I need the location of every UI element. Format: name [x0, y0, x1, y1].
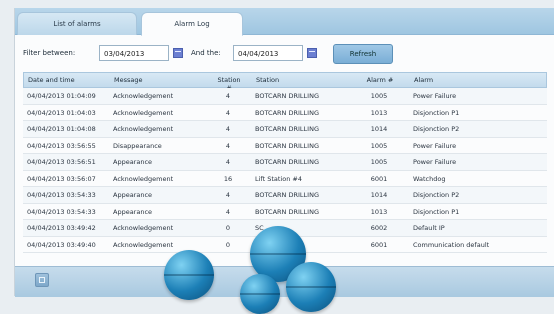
cell-message: Acknowledgement: [113, 174, 174, 183]
calendar-icon[interactable]: [307, 48, 317, 58]
cell-station-number: 4: [225, 92, 231, 100]
cell-station-number: 4: [225, 207, 231, 216]
cell-message: Acknowledgement: [113, 108, 174, 117]
alarm-log-table: Date and time Message Station # Station …: [23, 72, 547, 253]
cell-date-time: 04/04/2013 03:56:55: [27, 141, 96, 150]
table-row[interactable]: 04/04/2013 03:56:07 Acknowledgement 16 Lift…: [23, 171, 547, 187]
cell-station-number: 4: [225, 141, 231, 150]
header-alarm-number[interactable]: Alarm #: [360, 76, 400, 84]
tab-alarm-log[interactable]: Alarm Log: [141, 12, 243, 36]
cell-alarm-number: 1005: [370, 141, 388, 150]
cell-date-time: 04/04/2013 03:54:33: [27, 207, 96, 216]
table-row[interactable]: 04/04/2013 03:54:33 Appearance 4 BOTCARN DR…: [23, 204, 547, 220]
refresh-button[interactable]: Refresh: [333, 44, 393, 64]
cell-station-number: 4: [225, 125, 231, 133]
cell-date-time: 04/04/2013 03:56:51: [27, 158, 96, 166]
cell-date-time: 04/04/2013 03:56:07: [27, 174, 96, 183]
cell-alarm: Disjonction P2: [413, 125, 460, 133]
sphere-decoration: [164, 250, 214, 300]
cell-station-number: 4: [225, 108, 231, 117]
filter-between-label: Filter between:: [23, 49, 76, 57]
cell-station: BOTCARN DRILLING: [255, 207, 319, 216]
cell-message: Appearance: [113, 158, 153, 166]
cell-message: Acknowledgement: [113, 224, 174, 232]
cell-message: Appearance: [113, 207, 153, 216]
table-row[interactable]: 04/04/2013 01:04:03 Acknowledgement 4 BOTCA…: [23, 105, 547, 121]
cell-station-number: 0: [225, 224, 231, 232]
cell-message: Acknowledgement: [113, 240, 174, 249]
cell-station-number: 0: [225, 240, 231, 249]
table-row[interactable]: 04/04/2013 01:04:08 Acknowledgement 4 BOTCA…: [23, 121, 547, 138]
cell-station: Lift Station #4: [255, 174, 302, 183]
cell-date-time: 04/04/2013 01:04:09: [27, 92, 96, 100]
cell-station: BOTCARN DRILLING: [255, 158, 319, 166]
cell-date-time: 04/04/2013 01:04:08: [27, 125, 96, 133]
cell-station: BOTCARN DRILLING: [255, 92, 319, 100]
cell-message: Appearance: [113, 191, 153, 199]
header-station[interactable]: Station: [256, 76, 279, 84]
cell-station: BOTCARN DRILLING: [255, 108, 319, 117]
header-date-time[interactable]: Date and time: [28, 76, 75, 84]
cell-alarm-number: 6001: [370, 240, 388, 249]
cell-alarm: Watchdog: [413, 174, 446, 183]
export-icon[interactable]: [35, 273, 49, 287]
cell-alarm-number: 1014: [370, 125, 388, 133]
cell-station: BOTCARN DRILLING: [255, 191, 319, 199]
cell-date-time: 04/04/2013 01:04:03: [27, 108, 96, 117]
cell-alarm: Disjonction P1: [413, 207, 460, 216]
cell-alarm-number: 1005: [370, 92, 388, 100]
cell-station-number: 4: [225, 191, 231, 199]
cell-alarm-number: 1013: [370, 108, 388, 117]
cell-alarm: Communication default: [413, 240, 490, 249]
cell-alarm: Disjonction P2: [413, 191, 460, 199]
sphere-decoration: [286, 262, 336, 312]
table-row[interactable]: 04/04/2013 01:04:09 Acknowledgement 4 BOTCA…: [23, 88, 547, 105]
table-header: Date and time Message Station # Station …: [23, 72, 547, 92]
to-date-field[interactable]: 04/04/2013: [233, 45, 303, 61]
cell-alarm-number: 6002: [370, 224, 388, 232]
sphere-decoration: [240, 274, 280, 314]
and-the-label: And the:: [191, 49, 221, 57]
cell-alarm-number: 1005: [370, 158, 388, 166]
cell-date-time: 04/04/2013 03:54:33: [27, 191, 96, 199]
table-row[interactable]: 04/04/2013 03:56:51 Appearance 4 BOTCARN DR…: [23, 154, 547, 171]
tab-bar: List of alarms Alarm Log: [15, 8, 554, 36]
cell-alarm: Power Failure: [413, 158, 457, 166]
cell-message: Acknowledgement: [113, 92, 174, 100]
table-row[interactable]: 04/04/2013 03:54:33 Appearance 4 BOTCARN DR…: [23, 187, 547, 204]
table-row[interactable]: 04/04/2013 03:56:55 Disappearance 4 BOTCARN…: [23, 138, 547, 154]
header-alarm[interactable]: Alarm: [414, 76, 433, 84]
cell-station: BOTCARN DRILLING: [255, 141, 319, 150]
tab-list-of-alarms[interactable]: List of alarms: [17, 12, 137, 35]
cell-message: Disappearance: [113, 141, 162, 150]
cell-station-number: 16: [223, 174, 233, 183]
cell-date-time: 04/04/2013 03:49:40: [27, 240, 96, 249]
cell-alarm-number: 1013: [370, 207, 388, 216]
cell-message: Acknowledgement: [113, 125, 174, 133]
calendar-icon[interactable]: [173, 48, 183, 58]
cell-station: BOTCARN DRILLING: [255, 125, 319, 133]
filter-bar: Filter between: 03/04/2013 And the: 04/0…: [23, 42, 547, 66]
from-date-field[interactable]: 03/04/2013: [99, 45, 169, 61]
cell-alarm: Disjonction P1: [413, 108, 460, 117]
cell-alarm: Default IP: [413, 224, 445, 232]
cell-date-time: 04/04/2013 03:49:42: [27, 224, 96, 232]
header-message[interactable]: Message: [114, 76, 143, 84]
cell-alarm-number: 1014: [370, 191, 388, 199]
cell-alarm: Power Failure: [413, 92, 457, 100]
cell-alarm-number: 6001: [370, 174, 388, 183]
cell-alarm: Power Failure: [413, 141, 457, 150]
cell-station-number: 4: [225, 158, 231, 166]
